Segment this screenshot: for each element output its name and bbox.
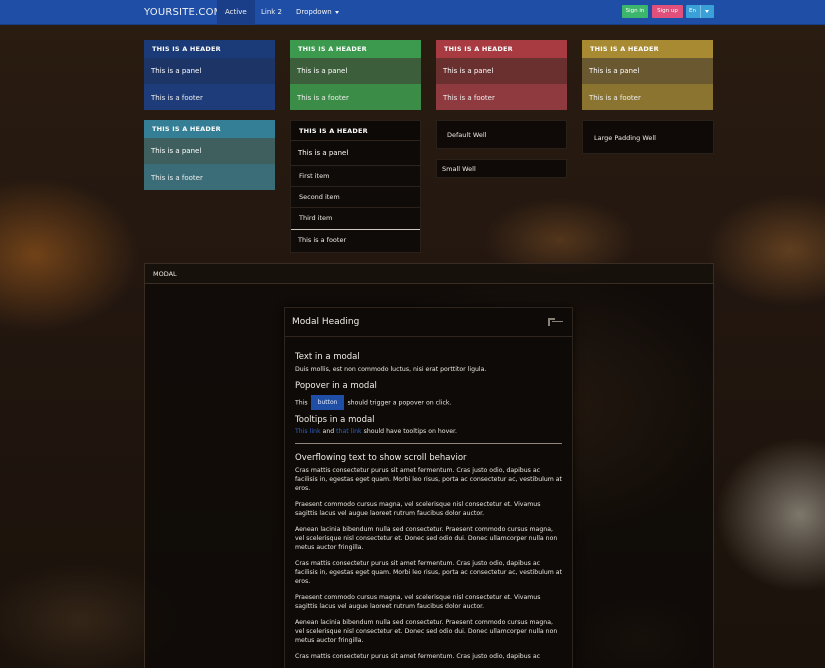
popover-post-text: should trigger a popover on click. <box>347 399 452 407</box>
overflow-paragraph: Cras mattis consectetur purus sit amet f… <box>295 467 562 492</box>
tooltips-title: Tooltips in a modal <box>295 415 375 425</box>
panel-footer: This is a footer <box>290 84 421 110</box>
overflow-paragraph: Aenean lacinia bibendum nulla sed consec… <box>295 526 558 551</box>
panel-body: This is a panel <box>291 141 420 166</box>
caret-down-icon <box>705 10 709 13</box>
panel-header: THIS IS A HEADER <box>291 121 420 141</box>
button-divider <box>700 5 701 18</box>
panel-header: THIS IS A HEADER <box>144 40 275 58</box>
tooltip-link-1[interactable]: This link <box>295 428 321 435</box>
nav-dropdown-label: Dropdown <box>296 8 332 16</box>
popover-title: Popover in a modal <box>295 381 377 391</box>
panel-footer: This is a footer <box>291 229 420 250</box>
large-padding-well: Large Padding Well <box>582 120 714 154</box>
language-label: En <box>689 8 696 14</box>
brand-logo[interactable]: YOURSITE.COM <box>144 0 222 25</box>
panel-green: THIS IS A HEADER This is a panel This is… <box>290 40 421 110</box>
list-item[interactable]: Second item <box>291 187 420 208</box>
small-well: Small Well <box>436 159 567 178</box>
panel-body: This is a panel <box>290 58 421 84</box>
tooltip-link-2[interactable]: that link <box>336 428 361 435</box>
modal-dialog: Modal Heading Text in a modal Duis molli… <box>284 307 573 668</box>
panel-gold: THIS IS A HEADER This is a panel This is… <box>582 40 713 110</box>
popover-text: This button should trigger a popover on cl… <box>295 395 562 410</box>
nav-item-active[interactable]: Active <box>217 0 255 25</box>
close-icon[interactable] <box>548 318 563 326</box>
sign-in-button[interactable]: Sign in <box>622 5 648 18</box>
modal-section-title: MODAL <box>145 264 713 284</box>
tooltip-post-text: should have tooltips on hover. <box>363 428 457 435</box>
caret-down-icon <box>334 10 339 14</box>
tooltip-and-text: and <box>322 428 335 435</box>
panel-footer: This is a footer <box>144 84 275 110</box>
modal-heading: Modal Heading <box>292 317 360 327</box>
text-in-modal-title: Text in a modal <box>295 352 360 362</box>
list-item[interactable]: Third item <box>291 208 420 229</box>
panel-footer: This is a footer <box>436 84 567 110</box>
overflow-paragraph: Aenean lacinia bibendum nulla sed consec… <box>295 619 558 644</box>
list-item[interactable]: First item <box>291 166 420 187</box>
panel-body: This is a panel <box>436 58 567 84</box>
nav-item-dropdown[interactable]: Dropdown <box>288 0 347 25</box>
panel-red: THIS IS A HEADER This is a panel This is… <box>436 40 567 110</box>
text-in-modal-body: Duis mollis, est non commodo luctus, nis… <box>295 366 487 373</box>
panel-footer: This is a footer <box>582 84 713 110</box>
overflow-paragraph: Cras mattis consectetur purus sit amet f… <box>295 560 562 585</box>
sign-up-button[interactable]: Sign up <box>652 5 683 18</box>
panel-header: THIS IS A HEADER <box>144 120 275 138</box>
panel-list: THIS IS A HEADER This is a panel First i… <box>290 120 421 253</box>
overflow-paragraph: Cras mattis consectetur purus sit amet f… <box>295 653 541 660</box>
popover-pre-text: This <box>295 399 308 407</box>
nav-item-link-2[interactable]: Link 2 <box>253 0 290 25</box>
overflow-title: Overflowing text to show scroll behavior <box>295 453 467 463</box>
panel-header: THIS IS A HEADER <box>436 40 567 58</box>
modal-divider <box>295 443 562 444</box>
overflow-paragraph: Praesent commodo cursus magna, vel scele… <box>295 594 541 610</box>
modal-body: Text in a modal Duis mollis, est non com… <box>285 337 572 661</box>
panel-teal: THIS IS A HEADER This is a panel This is… <box>144 120 275 190</box>
navbar: YOURSITE.COM Active Link 2 Dropdown Sign… <box>0 0 825 25</box>
panel-header: THIS IS A HEADER <box>290 40 421 58</box>
panel-blue: THIS IS A HEADER This is a panel This is… <box>144 40 275 110</box>
overflow-paragraph: Praesent commodo cursus magna, vel scele… <box>295 501 541 517</box>
tooltips-text: This link and that link should have tool… <box>295 427 562 436</box>
panel-body: This is a panel <box>582 58 713 84</box>
modal-header: Modal Heading <box>285 308 572 337</box>
panel-body: This is a panel <box>144 138 275 164</box>
language-dropdown-button[interactable]: En <box>686 5 714 18</box>
panel-footer: This is a footer <box>144 164 275 190</box>
panel-body: This is a panel <box>144 58 275 84</box>
panel-header: THIS IS A HEADER <box>582 40 713 58</box>
default-well: Default Well <box>436 120 567 149</box>
popover-button[interactable]: button <box>310 395 345 410</box>
